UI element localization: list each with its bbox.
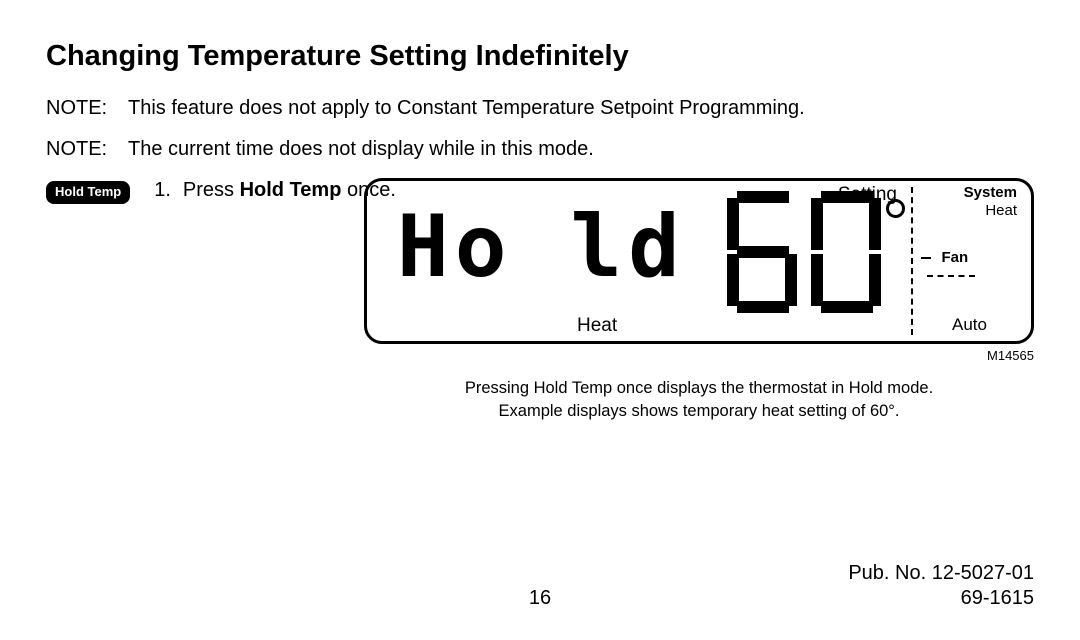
note-label: NOTE: — [46, 97, 128, 120]
note-row-1: NOTE: This feature does not apply to Con… — [46, 97, 1034, 120]
figure-id: M14565 — [364, 348, 1034, 363]
lcd-vertical-divider — [911, 187, 913, 335]
figure-caption: Pressing Hold Temp once displays the the… — [364, 377, 1034, 423]
lcd-main-mode: Heat — [577, 315, 617, 337]
degree-symbol-icon — [886, 199, 905, 218]
caption-line-2: Example displays shows temporary heat se… — [499, 402, 900, 420]
lcd-system-value: Heat — [985, 202, 1017, 220]
step-number: 1. — [154, 179, 171, 202]
publication-number: Pub. No. 12-5027-01 — [46, 562, 1034, 585]
note-text: This feature does not apply to Constant … — [128, 97, 805, 120]
lcd-fan-label: Fan — [941, 249, 968, 266]
document-number: 69-1615 — [961, 587, 1034, 610]
note-label: NOTE: — [46, 138, 128, 161]
lcd-system-label: System — [964, 184, 1017, 202]
lcd-hold-text: Ho ld — [397, 197, 686, 297]
lcd-fan-value: Auto — [952, 315, 987, 335]
note-row-2: NOTE: The current time does not display … — [46, 138, 1034, 161]
step-prefix: Press — [183, 179, 240, 201]
lcd-fan-divider: Fan — [921, 249, 1021, 285]
page-heading: Changing Temperature Setting Indefinitel… — [46, 40, 1034, 73]
hold-temp-button-icon: Hold Temp — [46, 181, 130, 204]
note-text: The current time does not display while … — [128, 138, 594, 161]
caption-line-1: Pressing Hold Temp once displays the the… — [465, 379, 933, 397]
digit-0 — [811, 191, 881, 313]
page-number: 16 — [529, 587, 551, 610]
thermostat-lcd-illustration: Ho ld Setting — [364, 178, 1034, 344]
step-bold: Hold Temp — [240, 179, 342, 201]
digit-6 — [727, 191, 797, 313]
lcd-temperature-value — [727, 191, 881, 313]
